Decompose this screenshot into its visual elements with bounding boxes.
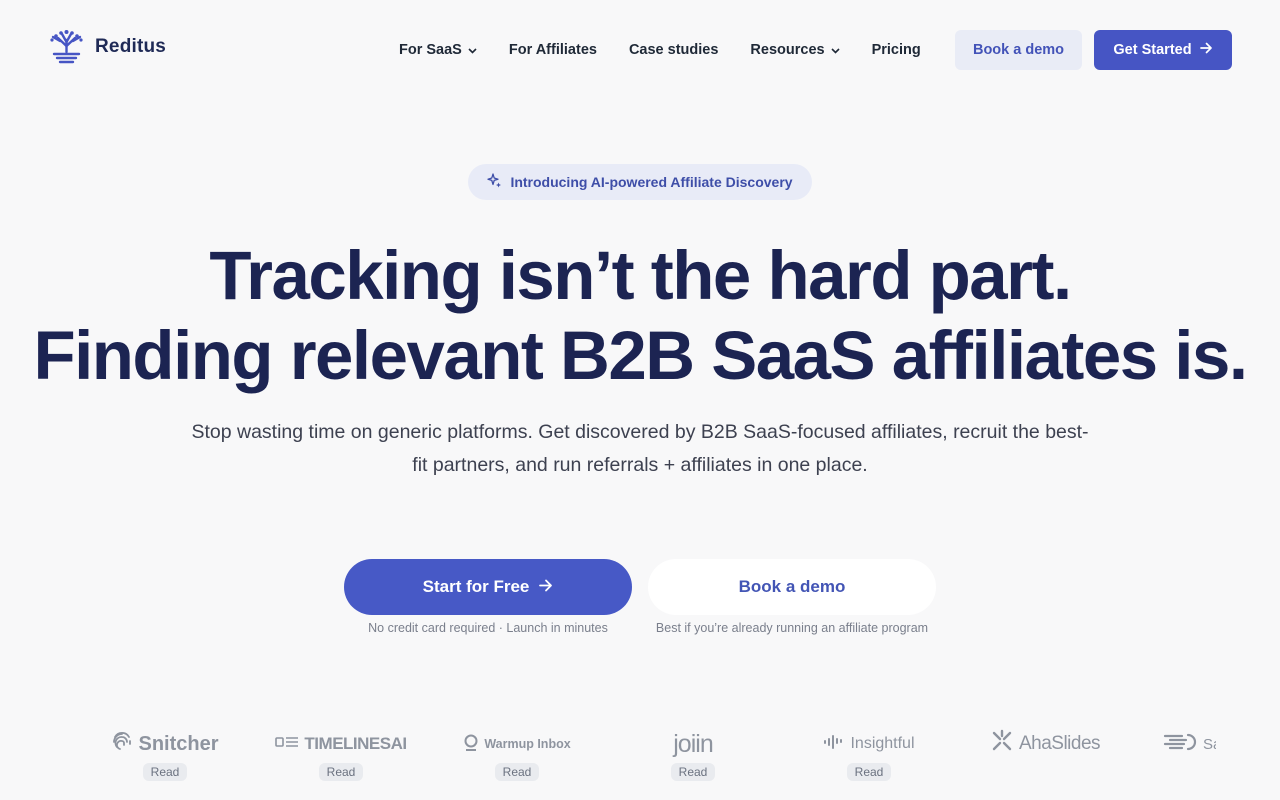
chevron-down-icon <box>831 45 840 57</box>
read-link[interactable]: Read <box>670 763 716 781</box>
brand-name: Reditus <box>95 36 167 57</box>
hero-headline: Tracking isn’t the hard part. Finding re… <box>0 236 1280 396</box>
announcement-text: Introducing AI-powered Affiliate Discove… <box>510 174 793 190</box>
customer-logo-insightful[interactable]: Insightful Read <box>810 725 928 781</box>
nav-item-label: For Affiliates <box>508 42 597 58</box>
customer-logo-joiin[interactable]: joiin Read <box>634 725 752 781</box>
nav-item-pricing[interactable]: Pricing <box>872 40 921 60</box>
customer-name: TIMELINESAI <box>304 734 407 753</box>
nav-item-resources[interactable]: Resources <box>750 40 840 60</box>
start-for-free-button[interactable]: Start for Free <box>344 559 632 615</box>
fingerprint-icon <box>111 730 133 758</box>
customer-name: AhaSlides <box>1018 733 1101 754</box>
s-stripes-icon <box>1162 731 1198 757</box>
nav-item-label: Resources <box>750 42 825 58</box>
sparkle-icon <box>487 173 502 191</box>
pin-icon <box>463 734 479 755</box>
top-nav: Reditus For SaaS For Affiliates Case stu… <box>0 0 1280 100</box>
customer-logo-timelinesai[interactable]: TIMELINESAI Read <box>275 725 407 781</box>
headline-line-1: Tracking isn’t the hard part. <box>209 237 1072 314</box>
nav-links: For SaaS For Affiliates Case studies Res… <box>399 40 921 60</box>
timeline-icon <box>275 734 299 754</box>
get-started-button[interactable]: Get Started <box>1094 30 1232 70</box>
read-link[interactable]: Read <box>142 763 188 781</box>
start-for-free-label: Start for Free <box>422 577 530 596</box>
customer-logos: Snitcher Read TIMELINESAI Read Warmup In… <box>0 725 1280 785</box>
get-started-label: Get Started <box>1113 42 1192 58</box>
arrow-right-icon <box>1199 42 1213 58</box>
nav-item-label: For SaaS <box>399 42 462 58</box>
customer-logo-partial[interactable]: Sa <box>1162 725 1216 763</box>
start-note: No credit card required · Launch in minu… <box>368 621 608 635</box>
customer-name: Snitcher <box>138 732 219 755</box>
customer-name: joiin <box>673 729 713 758</box>
tree-icon <box>48 28 85 66</box>
customer-logo-warmup-inbox[interactable]: Warmup Inbox Read <box>458 725 576 781</box>
customer-name: Sa <box>1203 735 1216 753</box>
hero-subhead: Stop wasting time on generic platforms. … <box>191 421 1089 476</box>
announcement-pill[interactable]: Introducing AI-powered Affiliate Discove… <box>468 164 812 200</box>
sparkle-icon <box>990 729 1014 759</box>
customer-logo-snitcher[interactable]: Snitcher Read <box>106 725 224 781</box>
nav-item-for-affiliates[interactable]: For Affiliates <box>509 40 597 60</box>
nav-item-label: Pricing <box>871 42 921 58</box>
customer-name: Warmup Inbox <box>484 737 571 751</box>
chevron-down-icon <box>468 45 477 57</box>
headline-line-2: Finding relevant B2B SaaS affiliates is. <box>33 317 1248 394</box>
brand-logo[interactable]: Reditus <box>48 28 166 66</box>
book-demo-button[interactable]: Book a demo <box>955 30 1082 70</box>
nav-item-case-studies[interactable]: Case studies <box>629 40 718 60</box>
customer-name: Insightful <box>850 735 915 752</box>
demo-note: Best if you’re already running an affili… <box>655 621 929 635</box>
waveform-icon <box>823 734 845 755</box>
read-link[interactable]: Read <box>318 763 364 781</box>
nav-item-label: Case studies <box>628 42 719 58</box>
read-link[interactable]: Read <box>846 763 892 781</box>
hero-book-demo-button[interactable]: Book a demo <box>648 559 936 615</box>
read-link[interactable]: Read <box>494 763 540 781</box>
customer-logo-ahaslides[interactable]: AhaSlides <box>986 725 1104 763</box>
nav-item-for-saas[interactable]: For SaaS <box>399 40 477 60</box>
arrow-right-icon <box>539 577 553 597</box>
